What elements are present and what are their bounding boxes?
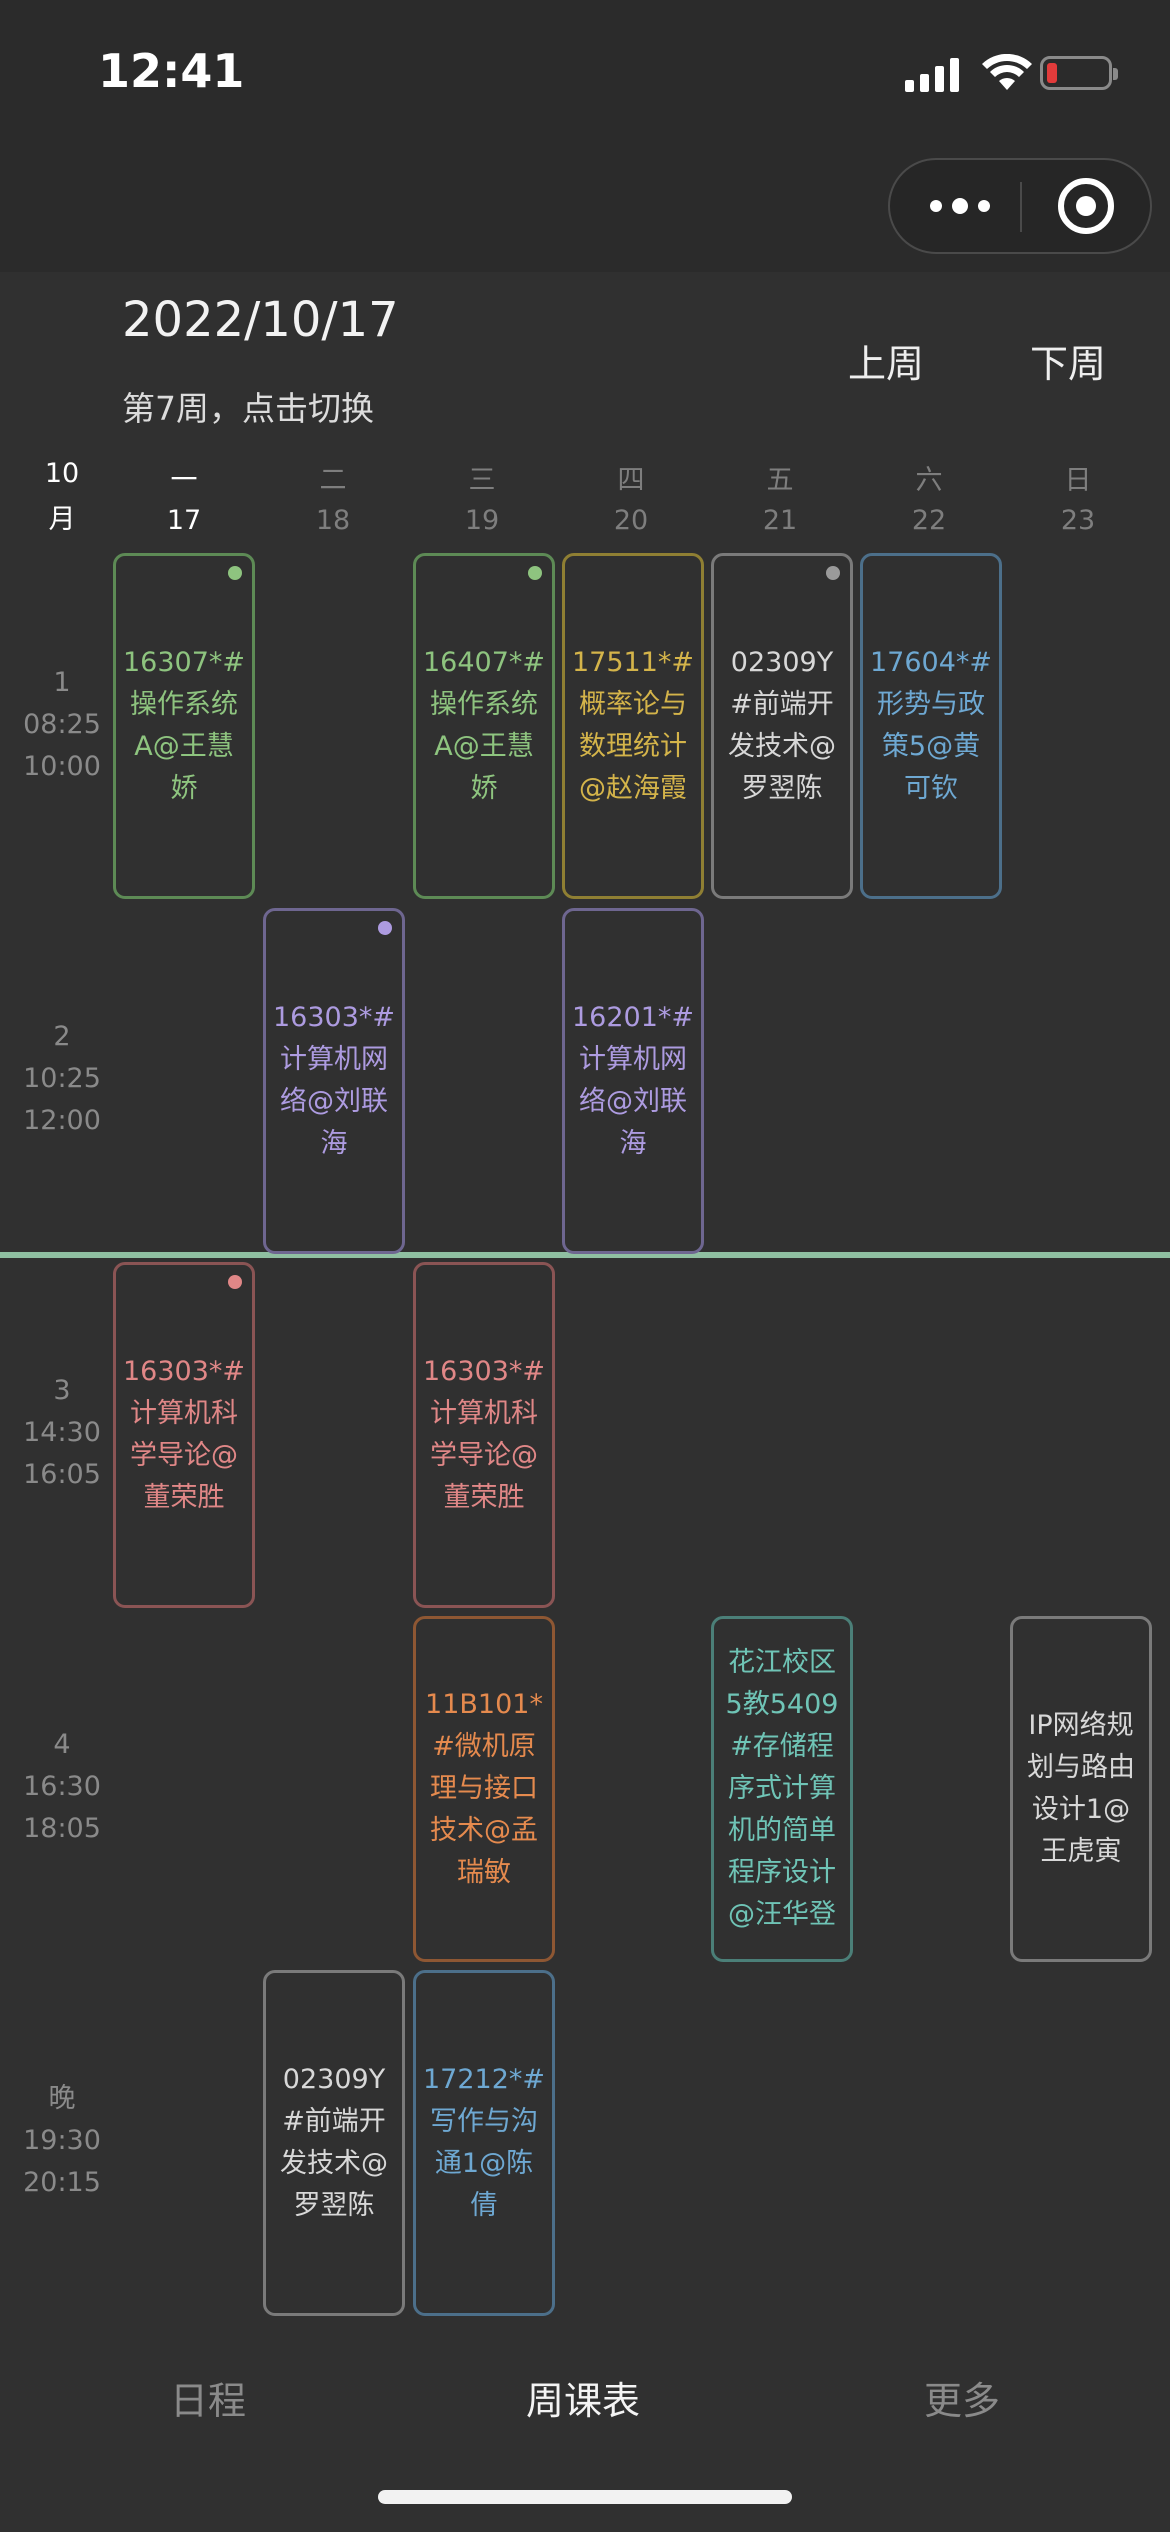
tab-more[interactable]: 更多 [924,2370,1000,2425]
day-header-wed: 三 19 [464,465,500,536]
month-unit: 月 [48,504,76,535]
course-block[interactable]: 17212*#写作与沟通1@陈倩 [413,1970,555,2316]
next-week-button[interactable]: 下周 [1030,333,1106,388]
close-miniprogram-icon[interactable] [1058,178,1114,234]
month-label: 10 月 [0,458,124,536]
status-time: 12:41 [98,44,245,98]
course-block[interactable]: 16201*#计算机网络@刘联海 [562,908,704,1254]
course-block[interactable]: 11B101*#微机原理与接口技术@孟瑞敏 [413,1616,555,1962]
time-slot-4: 4 16:30 18:05 [23,1729,101,1844]
month-number: 10 [44,458,80,489]
more-options-icon[interactable] [930,194,990,218]
time-slot-2: 2 10:25 12:00 [23,1021,101,1136]
time-slot-3: 3 14:30 16:05 [23,1375,101,1490]
prev-week-button[interactable]: 上周 [848,333,924,388]
day-header-thu: 四 20 [613,465,649,536]
wifi-icon [982,54,1032,90]
course-block[interactable]: 16307*#操作系统A@王慧娇 [113,553,255,899]
tab-weekly-timetable[interactable]: 周课表 [526,2370,640,2425]
course-block[interactable]: 17604*#形势与政策5@黄可钦 [860,553,1002,899]
miniprogram-capsule [888,158,1152,254]
course-block[interactable]: 16303*#计算机科学导论@董荣胜 [113,1262,255,1608]
battery-icon [1040,56,1118,90]
course-block[interactable]: 花江校区5教5409#存储程序式计算机的简单程序设计@汪华登 [711,1616,853,1962]
status-dot [826,566,840,580]
day-header-tue: 二 18 [315,465,351,536]
day-header-sat: 六 22 [911,465,947,536]
status-dot [228,1275,242,1289]
capsule-divider [1020,182,1022,232]
cellular-signal-icon [905,58,961,92]
home-indicator [378,2490,792,2504]
status-dot [378,921,392,935]
course-block[interactable]: 16303*#计算机网络@刘联海 [263,908,405,1254]
current-date: 2022/10/17 [122,292,399,348]
course-block[interactable]: 16407*#操作系统A@王慧娇 [413,553,555,899]
week-switch[interactable]: 第7周，点击切换 [122,382,374,430]
status-dot [228,566,242,580]
day-header-sun: 日 23 [1060,465,1096,536]
status-dot [528,566,542,580]
time-slot-1: 1 08:25 10:00 [23,667,101,782]
course-block[interactable]: 17511*#概率论与数理统计@赵海霞 [562,553,704,899]
course-block[interactable]: 16303*#计算机科学导论@董荣胜 [413,1262,555,1608]
tab-schedule[interactable]: 日程 [170,2370,246,2425]
time-slot-evening: 晚 19:30 20:15 [23,2083,101,2198]
course-block[interactable]: 02309Y#前端开发技术@罗翌陈 [263,1970,405,2316]
day-header-fri: 五 21 [762,465,798,536]
course-block[interactable]: 02309Y#前端开发技术@罗翌陈 [711,553,853,899]
day-header-mon: 一 17 [166,465,202,536]
course-block[interactable]: IP网络规划与路由设计1@王虎寅 [1010,1616,1152,1962]
